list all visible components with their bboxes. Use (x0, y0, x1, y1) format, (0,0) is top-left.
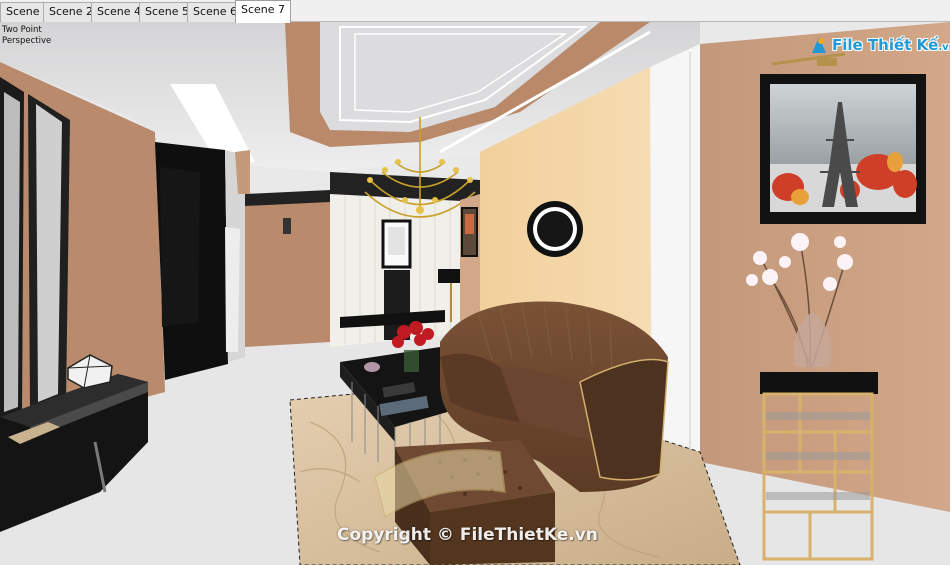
camera-mode-line-1: Two Point (2, 25, 42, 35)
logo-suffix: .vn (938, 41, 950, 53)
room-render (0, 22, 950, 565)
camera-mode-label: Two Point Perspective (2, 25, 62, 47)
copyright-watermark: Copyright © FileThietKe.vn (337, 525, 598, 545)
filethietke-logo: File Thiết Kế .vn (810, 32, 950, 58)
scene-tab-bar: Scene 3 Scene 2 Scene 4 Scene 5 Scene 6 … (0, 0, 950, 23)
model-viewport[interactable]: Two Point Perspective File Thiết Kế .vn … (0, 22, 950, 565)
logo-text: File Thiết Kế (832, 36, 939, 54)
logo-bird-icon (810, 35, 828, 55)
tab-scene-7[interactable]: Scene 7 (235, 0, 292, 23)
camera-mode-line-2: Perspective (2, 36, 52, 46)
